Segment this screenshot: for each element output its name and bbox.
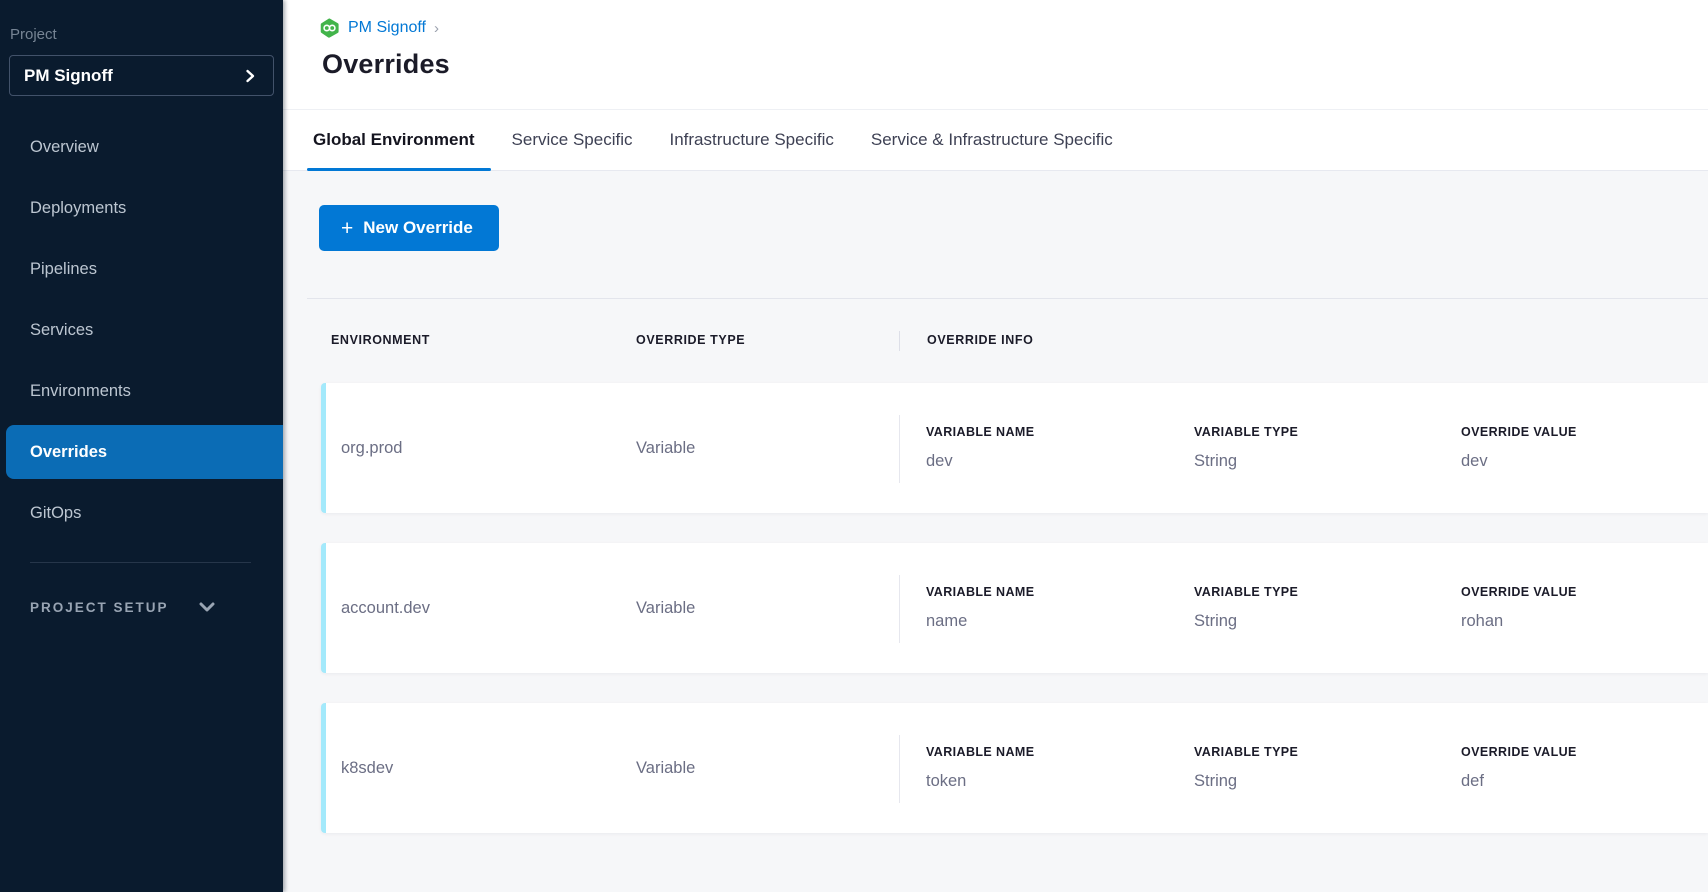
new-override-button-label: New Override (363, 218, 473, 238)
variable-name-label: VARIABLE NAME (926, 425, 1194, 439)
tab-service-specific[interactable]: Service Specific (512, 110, 633, 170)
row-override-type: Variable (636, 703, 899, 833)
row-override-type: Variable (636, 383, 899, 513)
breadcrumb-project-link[interactable]: PM Signoff (348, 19, 426, 37)
sidebar-item-overrides[interactable]: Overrides (6, 425, 283, 479)
variable-type-label: VARIABLE TYPE (1194, 425, 1461, 439)
chevron-right-icon (243, 69, 257, 83)
row-environment: account.dev (326, 543, 636, 673)
project-setup-label: PROJECT SETUP (30, 600, 169, 615)
variable-type-label: VARIABLE TYPE (1194, 745, 1461, 759)
project-label: Project (10, 26, 283, 43)
variable-type-value: String (1194, 612, 1461, 631)
content-area: + New Override ENVIRONMENT OVERRIDE TYPE… (283, 171, 1708, 892)
project-selector[interactable]: PM Signoff (9, 55, 274, 96)
column-header-environment: ENVIRONMENT (307, 333, 636, 383)
table-row[interactable]: account.dev Variable VARIABLE NAME name … (321, 543, 1708, 673)
variable-name-label: VARIABLE NAME (926, 585, 1194, 599)
variable-name-value: dev (926, 452, 1194, 471)
main-area: PM Signoff › Overrides Global Environmen… (283, 0, 1708, 892)
column-header-override-type: OVERRIDE TYPE (636, 333, 899, 383)
variable-type-value: String (1194, 452, 1461, 471)
table-header-row: ENVIRONMENT OVERRIDE TYPE OVERRIDE INFO (307, 299, 1708, 383)
column-header-override-info: OVERRIDE INFO (900, 333, 1708, 383)
sidebar-nav: Overview Deployments Pipelines Services … (0, 120, 283, 540)
row-override-type: Variable (636, 543, 899, 673)
variable-type-value: String (1194, 772, 1461, 791)
override-value-label: OVERRIDE VALUE (1461, 745, 1708, 759)
page-header: PM Signoff › Overrides (283, 0, 1708, 110)
variable-type-label: VARIABLE TYPE (1194, 585, 1461, 599)
project-setup-toggle[interactable]: PROJECT SETUP (0, 587, 283, 627)
sidebar-item-deployments[interactable]: Deployments (0, 181, 283, 235)
table-row[interactable]: org.prod Variable VARIABLE NAME dev VARI… (321, 383, 1708, 513)
tab-service-infrastructure-specific[interactable]: Service & Infrastructure Specific (871, 110, 1113, 170)
tab-global-environment[interactable]: Global Environment (313, 110, 475, 170)
sidebar: Project PM Signoff Overview Deployments … (0, 0, 283, 892)
tab-infrastructure-specific[interactable]: Infrastructure Specific (669, 110, 833, 170)
variable-name-value: token (926, 772, 1194, 791)
table-row[interactable]: k8sdev Variable VARIABLE NAME token VARI… (321, 703, 1708, 833)
sidebar-item-overview[interactable]: Overview (0, 120, 283, 174)
sidebar-item-gitops[interactable]: GitOps (0, 486, 283, 540)
override-value-value: dev (1461, 452, 1708, 471)
cd-hexagon-green-icon (319, 17, 340, 39)
overrides-table: ENVIRONMENT OVERRIDE TYPE OVERRIDE INFO … (307, 298, 1708, 833)
override-value-label: OVERRIDE VALUE (1461, 585, 1708, 599)
row-environment: k8sdev (326, 703, 636, 833)
new-override-button[interactable]: + New Override (319, 205, 499, 251)
breadcrumb-separator: › (434, 20, 439, 37)
override-value-label: OVERRIDE VALUE (1461, 425, 1708, 439)
variable-name-label: VARIABLE NAME (926, 745, 1194, 759)
breadcrumb: PM Signoff › (319, 17, 1708, 39)
plus-icon: + (341, 218, 353, 239)
override-value-value: def (1461, 772, 1708, 791)
page-title: Overrides (322, 49, 1708, 80)
row-environment: org.prod (326, 383, 636, 513)
sidebar-item-environments[interactable]: Environments (0, 364, 283, 418)
override-value-value: rohan (1461, 612, 1708, 631)
tabbar: Global Environment Service Specific Infr… (283, 110, 1708, 171)
project-selector-value: PM Signoff (24, 66, 243, 86)
sidebar-item-pipelines[interactable]: Pipelines (0, 242, 283, 296)
chevron-down-icon (199, 601, 215, 613)
variable-name-value: name (926, 612, 1194, 631)
sidebar-divider (30, 562, 251, 563)
sidebar-item-services[interactable]: Services (0, 303, 283, 357)
